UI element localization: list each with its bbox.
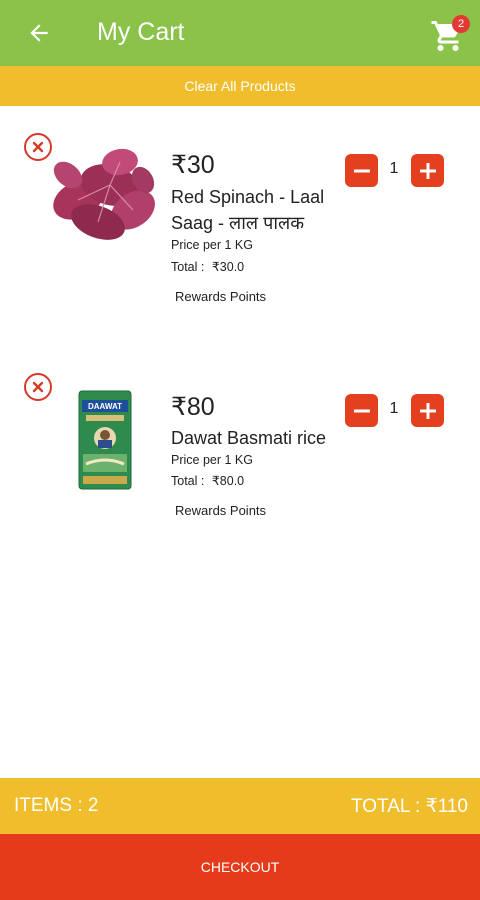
item-price: ₹30 (171, 151, 215, 179)
basmati-rice-package-image: DAAWAT (78, 390, 132, 490)
cart-item: ₹30 Red Spinach - Laal Saag - लाल पालक P… (0, 130, 480, 320)
decrease-quantity-button[interactable] (345, 154, 378, 187)
items-count: ITEMS : 2 (14, 795, 99, 816)
rewards-points: Rewards Points (175, 503, 267, 518)
close-icon (32, 141, 44, 153)
item-total: Total : ₹80.0 (171, 473, 244, 488)
item-total: Total : ₹30.0 (171, 259, 244, 274)
back-button[interactable] (22, 16, 56, 50)
cart-summary-bar: ITEMS : 2 TOTAL : ₹110 (0, 778, 480, 834)
close-icon (32, 381, 44, 393)
quantity-value: 1 (389, 400, 399, 417)
increase-quantity-button[interactable] (411, 154, 444, 187)
rewards-points: Rewards Points (175, 289, 267, 304)
cart-count-badge: 2 (452, 15, 470, 33)
cart-total: TOTAL : ₹110 (351, 796, 468, 817)
arrow-left-icon (30, 24, 48, 42)
decrease-quantity-button[interactable] (345, 394, 378, 427)
clear-all-products-button[interactable]: Clear All Products (0, 66, 480, 106)
item-unit: Price per 1 KG (171, 238, 253, 252)
item-unit: Price per 1 KG (171, 453, 253, 467)
plus-icon (419, 402, 436, 419)
item-total-label: Total : (171, 474, 205, 488)
package-brand-text: DAAWAT (88, 402, 122, 411)
quantity-value: 1 (389, 160, 399, 177)
item-name: Dawat Basmati rice (171, 428, 327, 448)
increase-quantity-button[interactable] (411, 394, 444, 427)
item-name: Red Spinach - Laal Saag - लाल पालक (171, 187, 325, 233)
app-bar: My Cart 2 (0, 0, 480, 66)
plus-icon (419, 162, 436, 179)
remove-item-button[interactable] (24, 373, 52, 401)
checkout-button[interactable]: CHECKOUT (0, 834, 480, 900)
minus-icon (353, 409, 370, 412)
red-spinach-image (53, 148, 155, 240)
item-total-value: ₹30.0 (211, 260, 245, 274)
cart-item: DAAWAT ₹80 Dawat Basmati rice Price per … (0, 372, 480, 562)
item-total-value: ₹80.0 (211, 474, 245, 488)
item-price: ₹80 (171, 393, 215, 421)
minus-icon (353, 169, 370, 172)
page-title: My Cart (97, 18, 185, 46)
item-total-label: Total : (171, 260, 205, 274)
